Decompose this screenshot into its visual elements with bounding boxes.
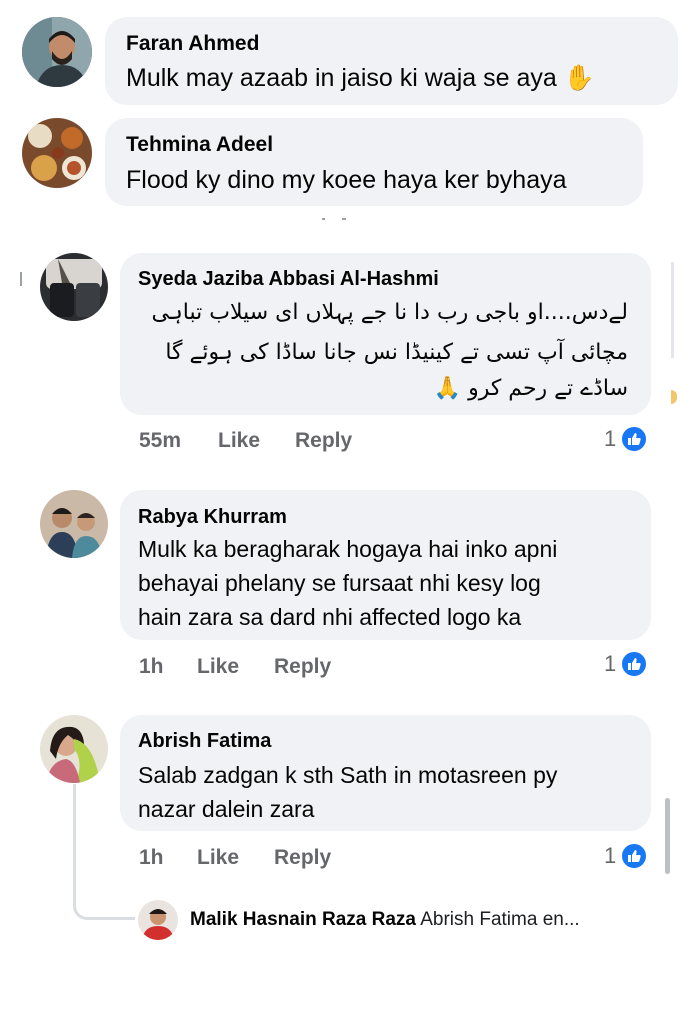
avatar-photo (22, 17, 92, 87)
comment-text-line: behayai phelany se fursaat nhi kesy log (138, 570, 541, 596)
avatar[interactable] (138, 900, 178, 940)
avatar[interactable] (40, 715, 108, 783)
reply-button[interactable]: Reply (274, 655, 331, 679)
thumbs-up-icon (620, 842, 649, 870)
comment-text: Flood ky dino my koee haya ker byhaya (126, 166, 567, 194)
comment-text-line: nazar dalein zara (138, 796, 315, 822)
like-button[interactable]: Like (197, 846, 239, 870)
like-button[interactable]: Like (197, 655, 239, 679)
comment-author[interactable]: Faran Ahmed (126, 32, 259, 56)
divider-mark (671, 262, 674, 358)
raised-hand-emoji: ✋ (563, 64, 595, 92)
scrollbar-thumb[interactable] (665, 798, 670, 874)
avatar[interactable] (22, 118, 92, 188)
reaction-count[interactable]: 1 (604, 842, 649, 870)
reply-author: Malik Hasnain Raza Raza (190, 909, 416, 930)
thumbs-up-icon (620, 425, 649, 453)
comment-author[interactable]: Syeda Jaziba Abbasi Al-Hashmi (138, 268, 439, 291)
comment-author[interactable]: Abrish Fatima (138, 730, 271, 753)
reaction-count-value: 1 (604, 651, 617, 676)
divider-mark (322, 218, 325, 220)
avatar-photo (40, 490, 108, 558)
like-button[interactable]: Like (218, 429, 260, 453)
avatar-photo (138, 900, 178, 940)
divider-mark (671, 390, 677, 404)
comment-text-line: Mulk ka beragharak hogaya hai inko apni (138, 536, 558, 562)
avatar-photo (40, 715, 108, 783)
comment-text-line: لےدس....او باجی رب دا نا جے پہلاں ای سیل… (151, 300, 628, 325)
avatar[interactable] (40, 490, 108, 558)
reply-button[interactable]: Reply (295, 429, 352, 453)
reaction-count[interactable]: 1 (604, 425, 649, 453)
avatar[interactable] (40, 253, 108, 321)
thumbs-up-icon (620, 650, 649, 678)
comment-text-line: hain zara sa dard nhi affected logo ka (138, 604, 522, 630)
avatar[interactable] (22, 17, 92, 87)
comment-time[interactable]: 1h (139, 846, 164, 870)
reaction-count-value: 1 (604, 426, 617, 451)
folded-hands-emoji: 🙏 (433, 376, 462, 401)
comment-time[interactable]: 55m (139, 429, 181, 453)
comment-text-line: ساڈے تے رحم کرو 🙏 (300, 376, 628, 401)
divider-mark (20, 272, 22, 286)
comment-text-line: Salab zadgan k sth Sath in motasreen py (138, 762, 558, 788)
comment-author[interactable]: Tehmina Adeel (126, 133, 273, 157)
divider-mark (342, 218, 346, 220)
avatar-photo (40, 253, 108, 321)
avatar-photo (22, 118, 92, 188)
comment-text-body: Mulk may azaab in jaiso ki waja se aya (126, 64, 557, 92)
comment-text: Mulk may azaab in jaiso ki waja se aya ✋ (126, 64, 595, 93)
reply-text: Abrish Fatima en... (420, 909, 580, 930)
comment-text-line: مچائی آپ تسی تے کینیڈا نس جانا ساڈا کی ہ… (165, 340, 628, 365)
reaction-count-value: 1 (604, 843, 617, 868)
reply-preview[interactable]: Malik Hasnain Raza Raza Abrish Fatima en… (190, 909, 580, 931)
reply-button[interactable]: Reply (274, 846, 331, 870)
comment-author[interactable]: Rabya Khurram (138, 506, 287, 529)
reaction-count[interactable]: 1 (604, 650, 649, 678)
comment-text-body: ساڈے تے رحم کرو (468, 376, 628, 401)
comment-time[interactable]: 1h (139, 655, 164, 679)
